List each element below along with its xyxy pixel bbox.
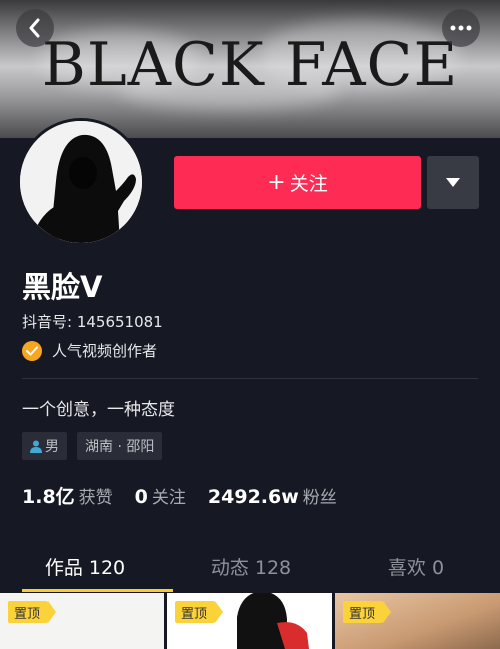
profile-name: 黑脸V [22,270,103,304]
followers-label[interactable]: 粉丝 [303,483,337,508]
video-thumbnail[interactable]: 置顶 [0,593,164,649]
more-options-button[interactable] [442,9,480,47]
followers-count[interactable]: 2492.6w [208,486,299,508]
hooded-figure-image [20,121,142,243]
more-dots-icon [450,25,472,31]
likes-label: 获赞 [78,488,113,508]
gender-tag: 男 [22,432,67,460]
following-count[interactable]: 0 [135,486,148,508]
profile-tabs: 作品 120 动态 128 喜欢 0 [0,540,500,592]
following-label[interactable]: 关注 [152,483,186,508]
pinned-badge: 置顶 [175,601,224,623]
active-tab-indicator [22,589,173,592]
check-icon [22,340,42,361]
location-label: 湖南 · 邵阳 [85,439,155,455]
verified-badge-row: 人气视频创作者 [22,340,157,361]
tab-activity[interactable]: 动态 128 [166,540,336,592]
video-thumbnail[interactable]: 置顶 [335,593,500,649]
dropdown-button[interactable] [427,156,479,209]
location-tag: 湖南 · 邵阳 [77,432,163,460]
pinned-badge: 置顶 [343,601,392,623]
video-thumbnail[interactable]: 置顶 [167,593,332,649]
back-button[interactable] [16,9,54,47]
bio: 一个创意，一种态度 [22,400,175,420]
divider [22,378,478,379]
tab-works[interactable]: 作品 120 [0,540,170,592]
banner-title: BLACK FACE [41,30,459,100]
follow-button[interactable]: + 关注 [174,156,421,209]
gender-label: 男 [45,439,59,455]
person-icon [30,440,42,453]
follow-label: 关注 [289,173,328,195]
chevron-left-icon [29,18,40,38]
tab-likes[interactable]: 喜欢 0 [332,540,500,592]
video-grid: 置顶 置顶 置顶 [0,593,500,649]
avatar[interactable] [17,118,145,246]
triangle-down-icon [446,178,460,187]
likes-count: 1.8亿 [22,486,75,508]
pinned-badge: 置顶 [8,601,57,623]
douyin-id: 抖音号: 145651081 [22,313,163,331]
plus-icon: + [267,170,286,195]
verified-label: 人气视频创作者 [52,342,158,360]
stats-row: 1.8亿 获赞 0 关注 2492.6w 粉丝 [22,482,359,509]
